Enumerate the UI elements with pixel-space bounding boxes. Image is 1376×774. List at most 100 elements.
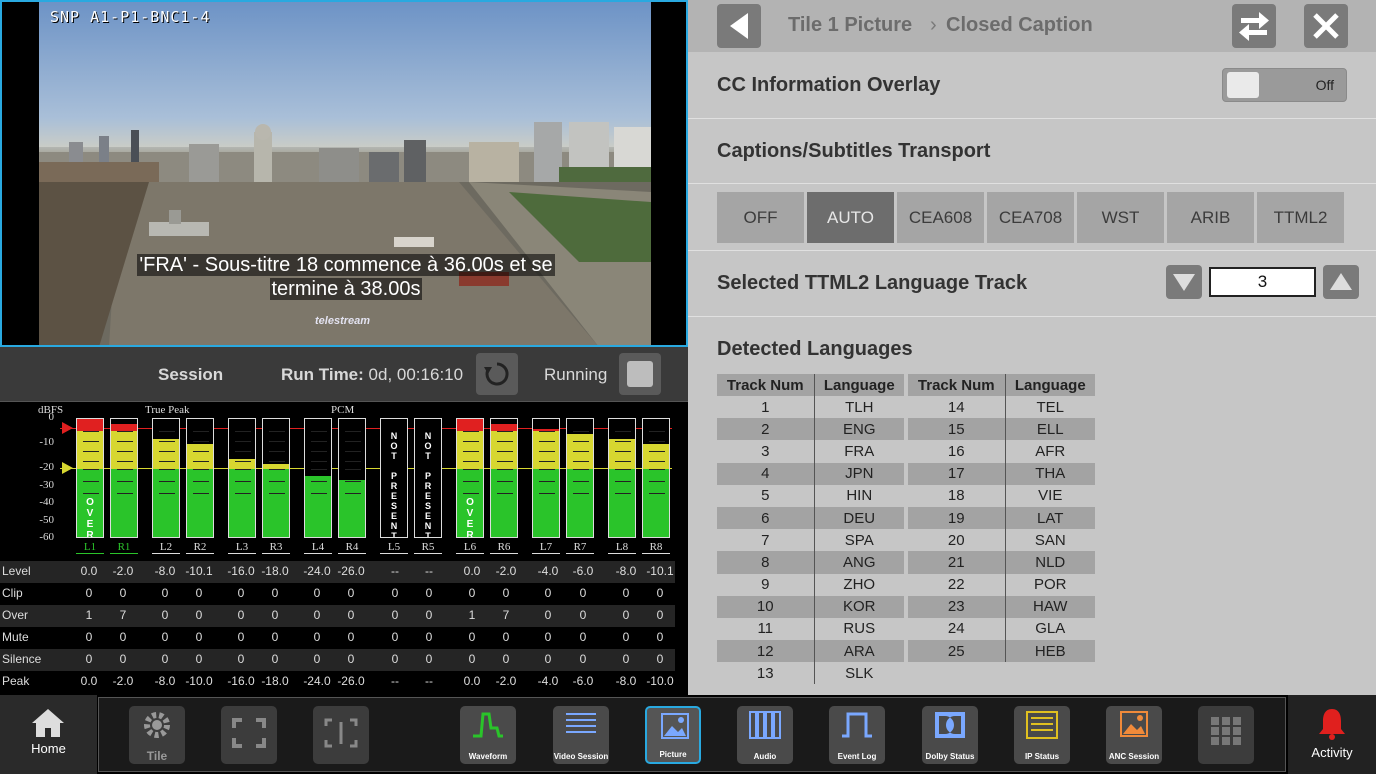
- language-cell: ANG: [814, 551, 904, 574]
- overlay-label: CC Information Overlay: [717, 74, 941, 96]
- nav-event-log-label: Event Log: [837, 752, 877, 761]
- stat-value: 0: [425, 630, 433, 644]
- language-row: 14 TEL: [908, 396, 1095, 419]
- transport-option-ttml2[interactable]: TTML2: [1257, 192, 1344, 243]
- col-track-num: Track Num: [717, 374, 815, 396]
- language-cell: KOR: [814, 595, 904, 618]
- language-row: 19 LAT: [908, 506, 1095, 530]
- reset-session-button[interactable]: [476, 353, 518, 395]
- stat-value: 0: [195, 630, 203, 644]
- meter-tick: [235, 451, 251, 452]
- nav-audio-button[interactable]: Audio: [737, 706, 793, 764]
- nav-fullscreen-button[interactable]: [221, 706, 277, 764]
- nav-dolby-status-button[interactable]: Dolby Status: [922, 706, 978, 764]
- meter-tick: [117, 451, 133, 452]
- stat-value: -8.0: [615, 674, 637, 688]
- app-root: SNP A1-P1-BNC1-4 'FRA' - Sous-titre 18 c…: [0, 0, 1376, 774]
- activity-button[interactable]: Activity: [1288, 695, 1376, 774]
- track-num-cell: 10: [717, 595, 815, 618]
- meter-r4: [338, 418, 366, 538]
- close-button[interactable]: [1304, 4, 1348, 48]
- stat-row-silence: Silence 0 0 0 0 0 0 0 0 0 0 0 0 0 0 0 0: [0, 649, 675, 671]
- meter-tick: [83, 431, 99, 432]
- anc-picture-icon: [1120, 711, 1148, 737]
- track-increment-button[interactable]: [1323, 265, 1359, 299]
- transport-option-off[interactable]: OFF: [717, 192, 804, 243]
- meter-tick: [345, 469, 361, 470]
- nav-event-log-button[interactable]: Event Log: [829, 706, 885, 764]
- nav-fit-button[interactable]: [313, 706, 369, 764]
- col-language: Language: [814, 374, 904, 396]
- meter-red-segment: [77, 419, 103, 431]
- stat-value: -16.0: [227, 674, 255, 688]
- nav-picture-button[interactable]: Picture: [645, 706, 701, 764]
- stat-value: -24.0: [303, 564, 331, 578]
- meter-red-segment: [491, 424, 517, 431]
- track-num-cell: 19: [908, 506, 1006, 530]
- stat-name: Mute: [2, 630, 29, 644]
- track-decrement-button[interactable]: [1166, 265, 1202, 299]
- stop-icon: [627, 361, 653, 387]
- breadcrumb-parent[interactable]: Tile 1 Picture: [788, 14, 912, 37]
- closed-caption-panel: Tile 1 Picture › Closed Caption CC Infor…: [688, 0, 1376, 695]
- transport-option-auto[interactable]: AUTO: [807, 192, 894, 243]
- home-button[interactable]: Home: [0, 695, 97, 774]
- transport-option-cea708[interactable]: CEA708: [987, 192, 1074, 243]
- language-cell: HAW: [1005, 595, 1095, 618]
- stat-value: -10.0: [185, 674, 213, 688]
- transport-option-arib[interactable]: ARIB: [1167, 192, 1254, 243]
- col-track-num: Track Num: [908, 374, 1006, 396]
- meter-yellow-segment: [187, 444, 213, 469]
- session-title: Session: [158, 365, 224, 384]
- transport-label: Captions/Subtitles Transport: [717, 140, 991, 162]
- over-indicator: OVER: [86, 497, 94, 538]
- nav-grid-button[interactable]: [1198, 706, 1254, 764]
- language-row: 8 ANG: [717, 551, 904, 574]
- language-cell: DEU: [814, 506, 904, 530]
- stat-value: 0: [347, 608, 355, 622]
- scale-tick-label: -60: [39, 531, 54, 543]
- nav-waveform-button[interactable]: Waveform: [460, 706, 516, 764]
- detected-languages-label: Detected Languages: [717, 338, 913, 360]
- stat-value: -2.0: [495, 564, 517, 578]
- ttml-track-input[interactable]: [1209, 267, 1316, 297]
- meter-tick: [573, 461, 589, 462]
- scale-tick-label: -50: [39, 513, 54, 526]
- language-cell: NLD: [1005, 551, 1095, 574]
- language-row: 17 THA: [908, 462, 1095, 485]
- stat-value: --: [391, 564, 399, 578]
- stat-value: 0: [347, 652, 355, 666]
- nav-tile-button[interactable]: Tile: [129, 706, 185, 764]
- meter-tick: [497, 431, 513, 432]
- stat-value: 0: [237, 608, 245, 622]
- language-row: 3 FRA: [717, 440, 904, 463]
- transport-option-wst[interactable]: WST: [1077, 192, 1164, 243]
- picture-tile[interactable]: SNP A1-P1-BNC1-4 'FRA' - Sous-titre 18 c…: [0, 0, 688, 347]
- stat-value: 0: [656, 608, 664, 622]
- meter-r3: [262, 418, 290, 538]
- session-status: Running: [544, 365, 608, 384]
- nav-anc-session-button[interactable]: ANC Session: [1106, 706, 1162, 764]
- meter-red-segment: [457, 419, 483, 431]
- stat-value: 0: [544, 608, 552, 622]
- meter-tick: [345, 441, 361, 442]
- meter-tick: [193, 451, 209, 452]
- nav-video-session-button[interactable]: Video Session: [553, 706, 609, 764]
- meter-tick: [83, 493, 99, 494]
- stat-value: 0: [656, 652, 664, 666]
- toggle-state: Off: [1315, 77, 1334, 93]
- channel-label-r7: R7: [566, 541, 594, 554]
- language-row: 20 SAN: [908, 529, 1095, 552]
- meter-tick: [269, 441, 285, 442]
- stat-value: 0: [119, 652, 127, 666]
- channel-label-l5: L5: [380, 541, 408, 554]
- nav-ip-status-button[interactable]: IP Status: [1014, 706, 1070, 764]
- transport-option-cea608[interactable]: CEA608: [897, 192, 984, 243]
- stat-value: -24.0: [303, 674, 331, 688]
- overlay-toggle[interactable]: Off: [1222, 68, 1347, 102]
- back-button[interactable]: [717, 4, 761, 48]
- stop-session-button[interactable]: [619, 353, 661, 395]
- meter-yellow-segment: [609, 439, 635, 469]
- meter-tick: [497, 441, 513, 442]
- swap-button[interactable]: [1232, 4, 1276, 48]
